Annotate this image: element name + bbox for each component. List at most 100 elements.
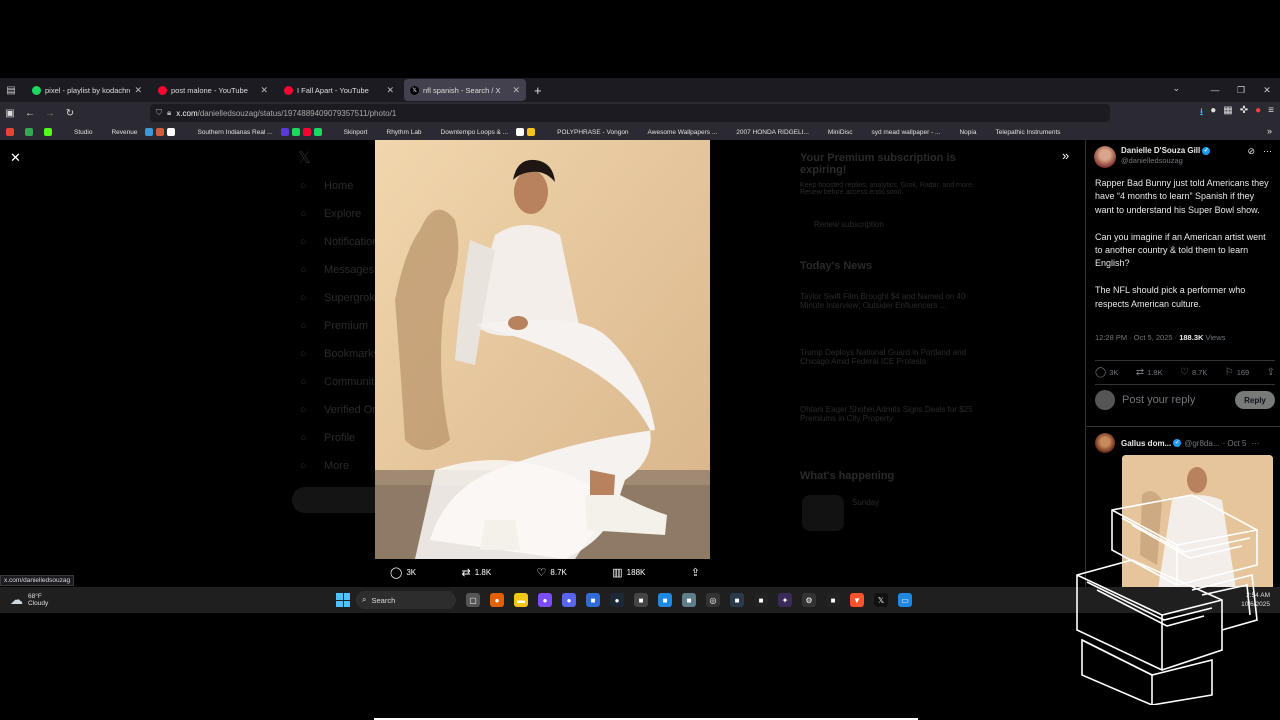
bookmark-2[interactable]: Southern Indianas Real ...: [186, 128, 272, 136]
author-handle[interactable]: @danielledsouzag: [1121, 156, 1210, 165]
bookmark-gmail[interactable]: [6, 128, 17, 136]
share-action[interactable]: ⇪: [691, 566, 700, 579]
bookmark-0[interactable]: Studio: [63, 128, 92, 136]
like-action[interactable]: ♡ 8.7K: [537, 566, 567, 579]
steam-icon[interactable]: ●: [610, 593, 624, 607]
minimize-icon[interactable]: —: [1202, 85, 1228, 95]
tab-2[interactable]: post malone - YouTube ✕: [152, 79, 274, 101]
forward-arrow-icon[interactable]: →: [40, 108, 60, 119]
bookmark-misc-2[interactable]: [280, 128, 325, 136]
tab-list-icon[interactable]: ▤: [0, 78, 22, 102]
bookmark-action[interactable]: ⚐ 169: [1225, 367, 1249, 378]
app-icon[interactable]: ■: [826, 593, 840, 607]
bookmark-4[interactable]: Rhythm Lab: [376, 128, 422, 136]
tab-1[interactable]: pixel - playlist by kodachromefl ✕: [26, 79, 148, 101]
app-icon[interactable]: ■: [682, 593, 696, 607]
bookmark-9[interactable]: MiniDisc: [817, 128, 853, 136]
app-icon[interactable]: ■: [658, 593, 672, 607]
window-close-icon[interactable]: ✕: [1254, 85, 1280, 96]
reply-author-handle[interactable]: @gr8da...: [1184, 439, 1219, 448]
app-icon[interactable]: ■: [634, 593, 648, 607]
post-text: Rapper Bad Bunny just told Americans the…: [1095, 177, 1275, 324]
post-author[interactable]: Danielle D'Souza Gill ✓ @danielledsouzag: [1094, 146, 1211, 168]
firefox-icon[interactable]: ●: [490, 593, 504, 607]
reply-button[interactable]: Reply: [1235, 391, 1275, 409]
app-icon[interactable]: ✦: [778, 593, 792, 607]
download-icon[interactable]: ⭳: [1200, 105, 1204, 122]
like-action[interactable]: ♡ 8.7K: [1180, 367, 1207, 378]
tab-overflow-chevron-icon[interactable]: ⌄: [1172, 83, 1180, 94]
task-view-icon[interactable]: ▢: [466, 593, 480, 607]
close-lightbox-icon[interactable]: ✕: [10, 150, 21, 166]
maximize-icon[interactable]: ❐: [1228, 85, 1254, 96]
share-action[interactable]: ⇪: [1267, 367, 1275, 378]
close-icon[interactable]: ✕: [386, 85, 394, 96]
menu-icon[interactable]: ≡: [1268, 105, 1274, 122]
bookmarks-overflow-icon[interactable]: »: [1267, 126, 1272, 136]
notification-icon[interactable]: ●: [1255, 105, 1261, 122]
close-icon[interactable]: ✕: [512, 85, 520, 96]
back-arrow-icon[interactable]: ←: [20, 108, 40, 119]
more-options-icon[interactable]: ⋯: [1263, 146, 1272, 157]
app-icon[interactable]: ▭: [898, 593, 912, 607]
grok-icon[interactable]: ⊘: [1247, 146, 1255, 157]
account-icon[interactable]: ●: [1210, 105, 1216, 122]
bookmark-phone[interactable]: [25, 128, 36, 136]
reply-action[interactable]: ◯ 3K: [1095, 367, 1118, 378]
bookmark-10[interactable]: syd mead wallpaper - ...: [860, 128, 940, 136]
windows-start-icon[interactable]: [336, 593, 350, 607]
app-icon[interactable]: ■: [730, 593, 744, 607]
tab-3[interactable]: I Fall Apart - YouTube ✕: [278, 79, 400, 101]
expand-panel-icon[interactable]: »: [1062, 148, 1069, 163]
close-icon[interactable]: ✕: [134, 85, 142, 96]
new-tab-icon[interactable]: +: [534, 83, 542, 98]
youtube-icon: [158, 85, 167, 95]
bookmark-5[interactable]: Downtempo Loops & ...: [430, 128, 509, 136]
repost-action[interactable]: ⇄ 1.8K: [1136, 367, 1163, 378]
tab-4-active[interactable]: 𝕏 nfl spanish - Search / X ✕: [404, 79, 526, 101]
taskbar-apps: ⌕ Search ▢ ● ▬ ● ● ■ ● ■ ■ ■ ◎ ■ ■ ✦ ⚙ ■ …: [336, 591, 912, 609]
extension-icon[interactable]: ▦: [1223, 105, 1232, 122]
bookmark-6[interactable]: POLYPHRASE - Vongon: [546, 128, 628, 136]
views-action[interactable]: ▥ 188K: [612, 566, 645, 579]
taskbar-search[interactable]: ⌕ Search: [356, 591, 456, 609]
post-timestamp[interactable]: 12:28 PM · Oct 5, 2025 ·: [1095, 333, 1179, 342]
file-explorer-icon[interactable]: ▬: [514, 593, 528, 607]
close-icon[interactable]: ✕: [260, 85, 268, 96]
browser-tab-strip: ▤ pixel - playlist by kodachromefl ✕ pos…: [0, 78, 1280, 102]
bookmark-k[interactable]: [44, 128, 55, 136]
repost-action[interactable]: ⇄ 1.8K: [461, 566, 491, 579]
app-icon[interactable]: ■: [754, 593, 768, 607]
post-photo[interactable]: [375, 140, 710, 559]
bookmark-8[interactable]: 2007 HONDA RIDGELI...: [725, 128, 809, 136]
url-bar[interactable]: ⛉ 🔒︎ x.com /danielledsouzag/status/19748…: [150, 104, 1110, 122]
app-icon[interactable]: ■: [586, 593, 600, 607]
more-options-icon[interactable]: ⋯: [1252, 439, 1260, 448]
puzzle-icon[interactable]: ✜: [1240, 105, 1248, 122]
x-icon[interactable]: 𝕏: [874, 593, 888, 607]
sidebar-toggle-icon[interactable]: ▣: [0, 108, 20, 119]
avatar[interactable]: [1095, 433, 1115, 453]
bookmark-7[interactable]: Awesome Wallpapers ...: [637, 128, 718, 136]
author-name[interactable]: Danielle D'Souza Gill: [1121, 146, 1200, 155]
background-nav-item: Home: [324, 180, 354, 192]
avatar[interactable]: [1094, 146, 1116, 168]
reply-author-name[interactable]: Gallus dom...: [1121, 439, 1171, 448]
reload-icon[interactable]: ↻: [60, 108, 80, 119]
bookmark-3[interactable]: Skinport: [333, 128, 368, 136]
bookmark-1[interactable]: Revenue: [100, 128, 137, 136]
reply-post[interactable]: Gallus dom... ✓ @gr8da... · Oct 5 ⋯: [1095, 433, 1275, 587]
settings-icon[interactable]: ⚙: [802, 593, 816, 607]
reply-date[interactable]: · Oct 5: [1222, 439, 1246, 448]
brave-icon[interactable]: ▼: [850, 593, 864, 607]
bookmark-12[interactable]: Telepathic Instruments: [984, 128, 1060, 136]
reply-action[interactable]: ◯ 3K: [390, 566, 416, 579]
app-icon[interactable]: ●: [538, 593, 552, 607]
bookmark-misc-3[interactable]: [516, 128, 538, 136]
bookmark-misc[interactable]: [145, 128, 178, 136]
discord-icon[interactable]: ●: [562, 593, 576, 607]
weather-widget[interactable]: ☁ 68°F Cloudy: [10, 592, 48, 608]
bookmark-11[interactable]: Nopia: [948, 128, 976, 136]
reply-input[interactable]: Post your reply: [1122, 394, 1235, 406]
chrome-icon[interactable]: ◎: [706, 593, 720, 607]
